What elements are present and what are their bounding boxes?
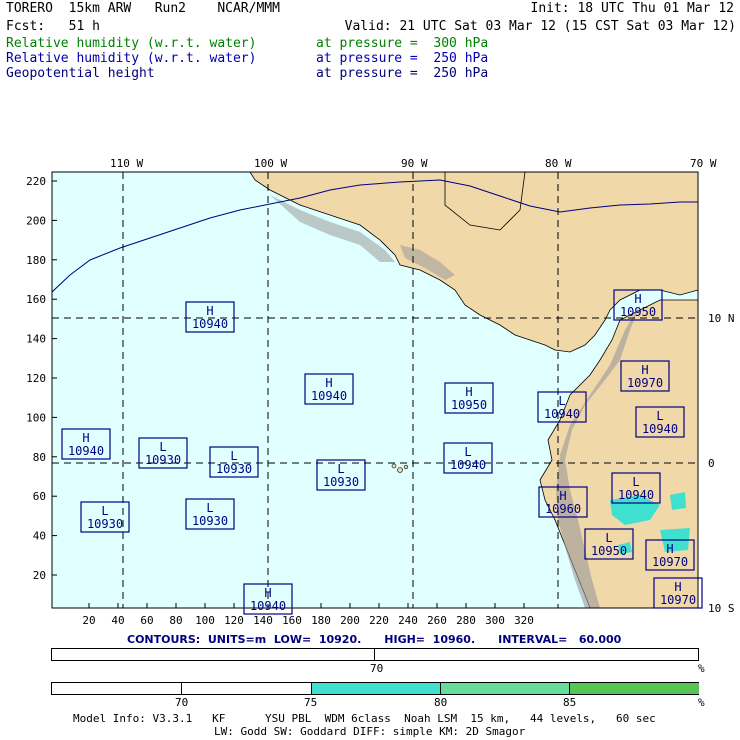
- lon-label: 70 W: [690, 157, 717, 170]
- center-value: 10940: [642, 422, 678, 436]
- colorbar1-label: 70: [370, 662, 384, 675]
- x-tick-label: 160: [282, 614, 302, 627]
- lon-label: 80 W: [545, 157, 572, 170]
- center-type: L: [464, 445, 471, 459]
- center-value: 10930: [145, 453, 181, 467]
- x-tick-label: 240: [398, 614, 418, 627]
- x-tick-label: 80: [169, 614, 182, 627]
- center-value: 10950: [620, 305, 656, 319]
- center-type: L: [101, 504, 108, 518]
- center-value: 10940: [68, 444, 104, 458]
- rh-shading-patch: [670, 492, 686, 510]
- center-type: L: [656, 409, 663, 423]
- center-value: 10940: [250, 599, 286, 613]
- center-value: 10940: [618, 488, 654, 502]
- center-value: 10930: [87, 517, 123, 531]
- center-type: L: [337, 462, 344, 476]
- colorbar2-label: 85: [563, 696, 577, 709]
- center-type: L: [206, 501, 213, 515]
- center-type: H: [666, 542, 673, 556]
- center-type: L: [605, 531, 612, 545]
- center-type: H: [674, 580, 681, 594]
- center-type: H: [465, 385, 472, 399]
- galapagos-island: [403, 464, 409, 470]
- colorbar-segment: [440, 683, 570, 694]
- model-info-line2: LW: Godd SW: Goddard DIFF: simple KM: 2D…: [214, 725, 526, 738]
- colorbar-segment: [569, 683, 699, 694]
- y-tick-label: 80: [33, 451, 46, 464]
- colorbar-rh250: [51, 682, 699, 695]
- center-type: H: [559, 489, 566, 503]
- x-tick-label: 120: [224, 614, 244, 627]
- y-tick-label: 160: [26, 293, 46, 306]
- lat-label: 10 N: [708, 312, 735, 325]
- x-tick-label: 200: [340, 614, 360, 627]
- center-type: L: [558, 394, 565, 408]
- y-tick-label: 60: [33, 490, 46, 503]
- colorbar-segment: [311, 683, 441, 694]
- center-value: 10950: [451, 398, 487, 412]
- lon-label: 110 W: [110, 157, 144, 170]
- x-tick-label: 20: [82, 614, 95, 627]
- center-type: H: [264, 586, 271, 600]
- x-tick-label: 320: [514, 614, 534, 627]
- x-tick-label: 140: [253, 614, 273, 627]
- y-tick-label: 140: [26, 333, 46, 346]
- colorbar2-label: 80: [434, 696, 448, 709]
- y-tick-label: 120: [26, 372, 46, 385]
- galapagos-island: [397, 467, 403, 473]
- center-value: 10970: [652, 555, 688, 569]
- center-type: H: [82, 431, 89, 445]
- center-type: L: [159, 440, 166, 454]
- x-tick-label: 280: [456, 614, 476, 627]
- model-info-line1: Model Info: V3.3.1 KF YSU PBL WDM 6class…: [73, 712, 656, 725]
- center-value: 10970: [627, 376, 663, 390]
- center-type: H: [641, 363, 648, 377]
- center-value: 10940: [311, 389, 347, 403]
- x-tick-label: 40: [111, 614, 124, 627]
- galapagos-island: [391, 463, 397, 469]
- center-type: H: [634, 292, 641, 306]
- x-tick-label: 260: [427, 614, 447, 627]
- center-type: H: [206, 304, 213, 318]
- y-tick-label: 180: [26, 254, 46, 267]
- center-value: 10930: [216, 462, 252, 476]
- weather-map: 20 40 60 80 100 120 140 160 180 200 220 240 260 280 30…: [26, 171, 703, 627]
- colorbar2-label: 75: [304, 696, 318, 709]
- center-type: L: [632, 475, 639, 489]
- lat-label: 10 S: [708, 602, 735, 615]
- y-tick-label: 100: [26, 411, 46, 424]
- center-value: 10940: [450, 458, 486, 472]
- colorbar-segment: [52, 683, 181, 694]
- lon-label: 90 W: [401, 157, 428, 170]
- x-tick-label: 60: [140, 614, 153, 627]
- contour-info: CONTOURS: UNITS=m LOW= 10920. HIGH= 1096…: [127, 633, 622, 646]
- lat-label: 0: [708, 457, 715, 470]
- y-tick-label: 20: [33, 569, 46, 582]
- center-value: 10970: [660, 593, 696, 607]
- center-value: 10960: [545, 502, 581, 516]
- center-value: 10930: [323, 475, 359, 489]
- y-tick-label: 40: [33, 530, 46, 543]
- colorbar2-label: 70: [175, 696, 189, 709]
- x-tick-label: 300: [485, 614, 505, 627]
- colorbar-segment: [181, 683, 312, 694]
- center-type: H: [325, 376, 332, 390]
- y-tick-label: 220: [26, 175, 46, 188]
- colorbar1-unit: %: [698, 662, 705, 675]
- center-value: 10940: [192, 317, 228, 331]
- y-tick-label: 200: [26, 214, 46, 227]
- lon-label: 100 W: [254, 157, 288, 170]
- center-value: 10950: [591, 544, 627, 558]
- colorbar-rh300: [51, 648, 699, 661]
- center-value: 10930: [192, 514, 228, 528]
- x-tick-label: 180: [311, 614, 331, 627]
- colorbar2-unit: %: [698, 696, 705, 709]
- center-type: L: [230, 449, 237, 463]
- x-tick-label: 220: [369, 614, 389, 627]
- center-value: 10940: [544, 407, 580, 421]
- x-tick-label: 100: [195, 614, 215, 627]
